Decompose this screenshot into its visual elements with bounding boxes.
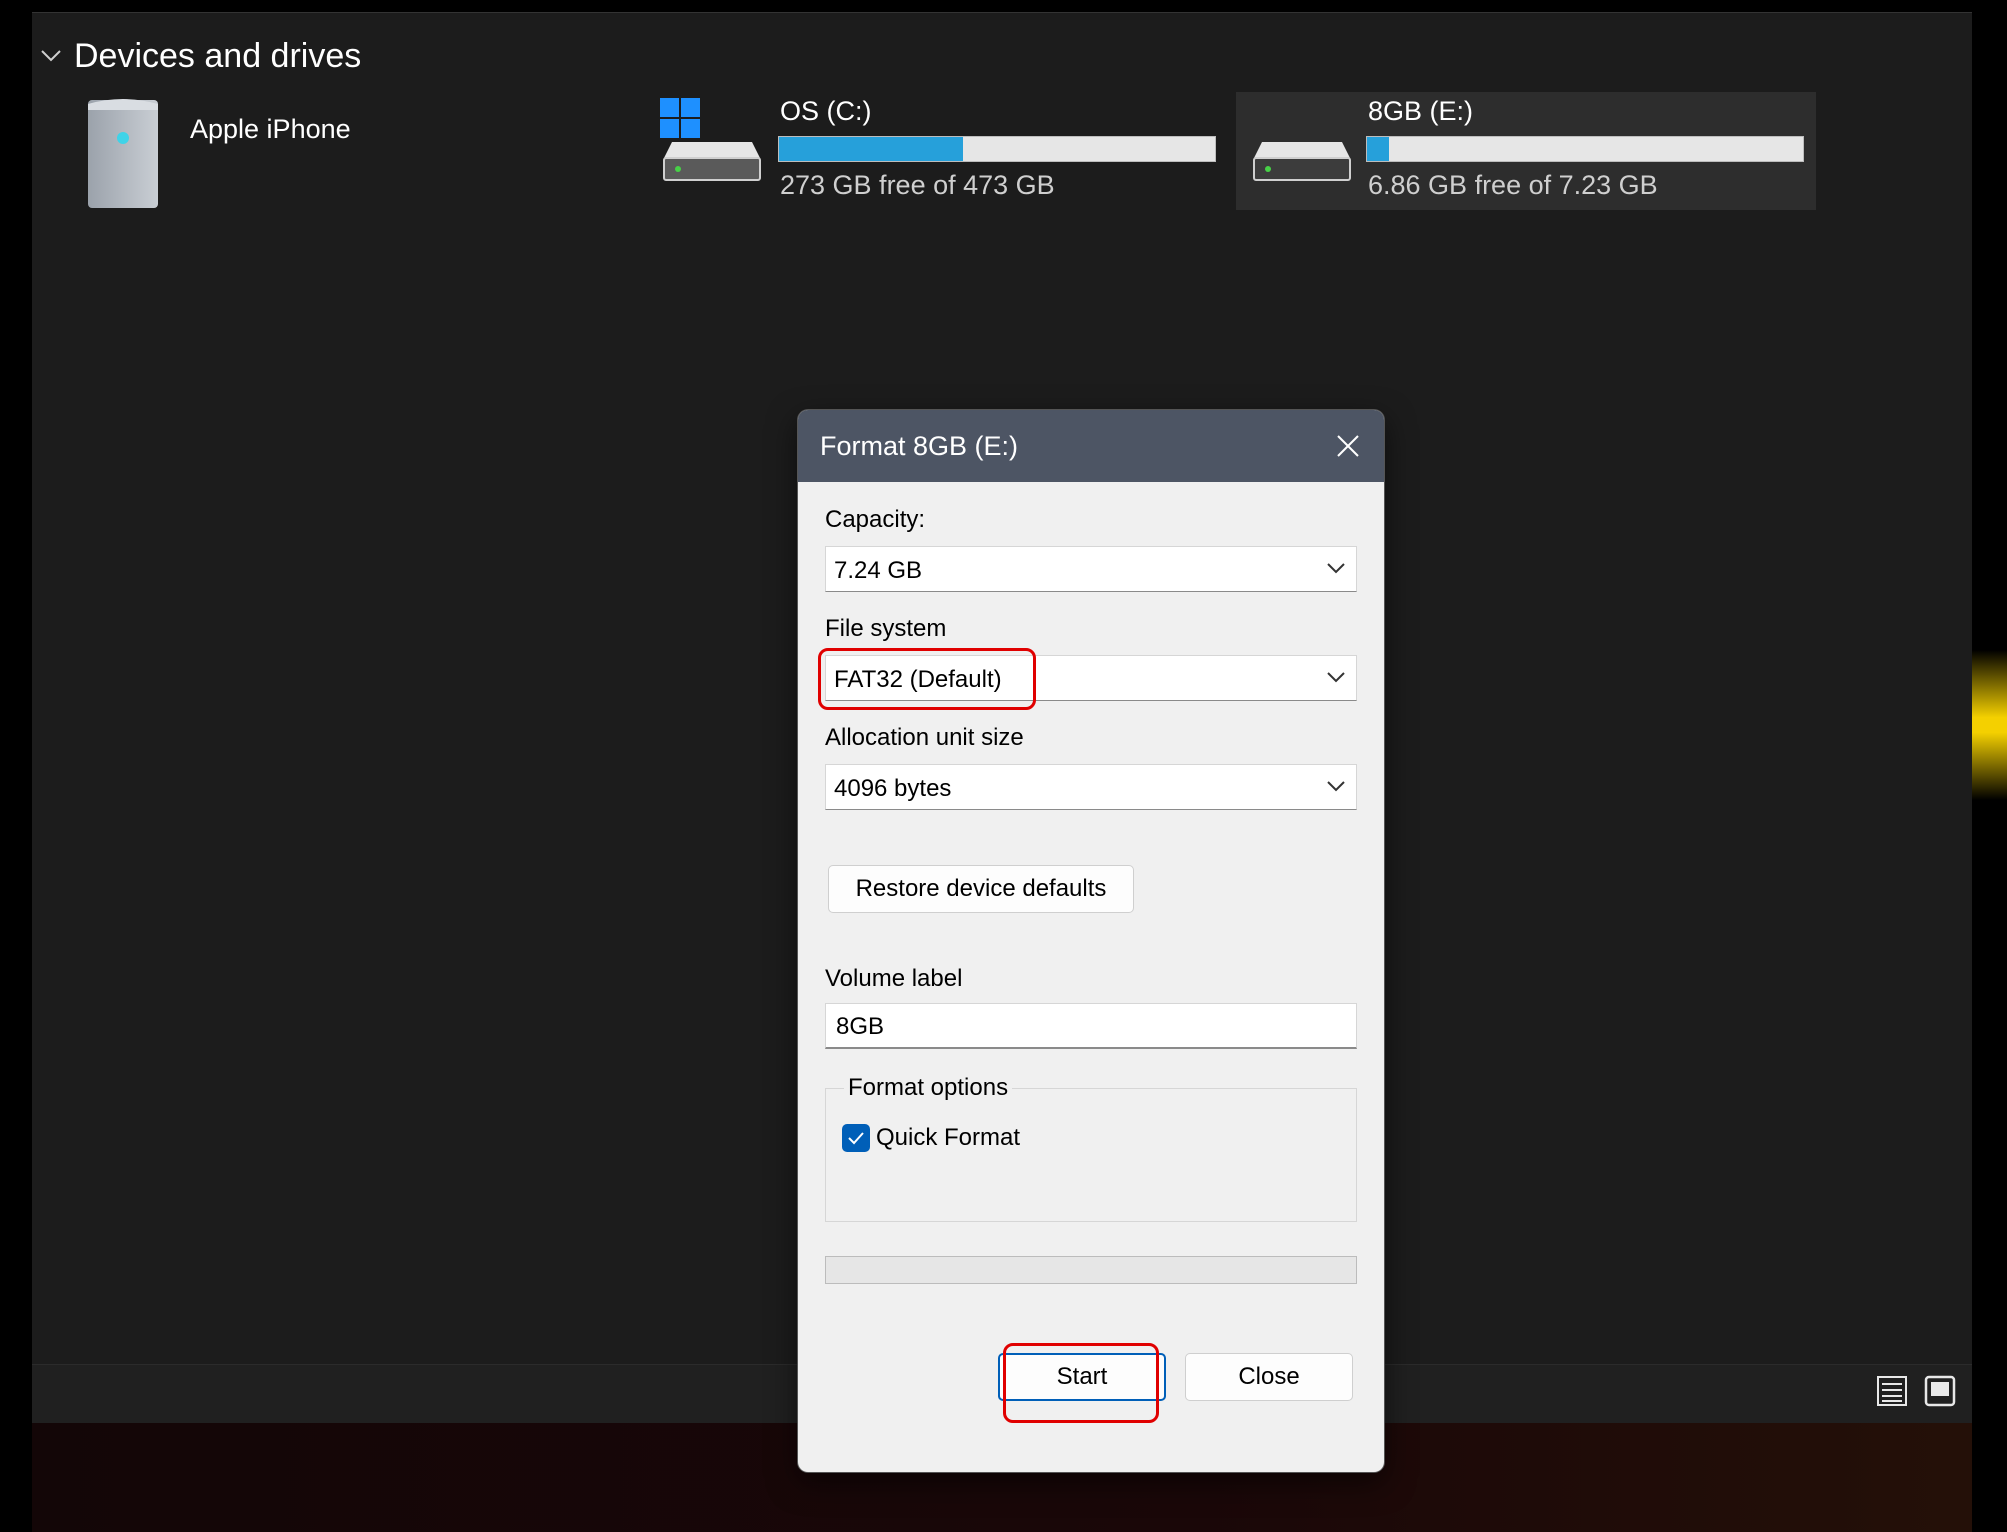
quick-format-checkbox[interactable]	[842, 1124, 870, 1152]
capacity-dropdown[interactable]: 7.24 GB	[825, 546, 1357, 592]
drive-free-space: 6.86 GB free of 7.23 GB	[1368, 170, 1658, 200]
format-options-label: Format options	[844, 1074, 1013, 1102]
format-progress-bar	[825, 1256, 1357, 1284]
checkmark-icon	[848, 1132, 864, 1145]
drive-label: 8GB (E:)	[1368, 96, 1474, 126]
chevron-down-icon	[41, 50, 61, 62]
allocation-value: 4096 bytes	[834, 775, 952, 802]
volume-label-label: Volume label	[825, 965, 963, 992]
close-button[interactable]: Close	[1185, 1353, 1353, 1401]
drive-usage-fill	[1367, 137, 1390, 161]
drive-e[interactable]: 8GB (E:) 6.86 GB free of 7.23 GB	[1236, 92, 1816, 210]
format-dialog: Format 8GB (E:) Capacity: 7.24 GB File s…	[798, 410, 1384, 1472]
iphone-device-icon	[88, 99, 158, 208]
start-button-highlight	[1003, 1343, 1159, 1423]
dialog-titlebar: Format 8GB (E:)	[798, 410, 1384, 482]
capacity-value: 7.24 GB	[834, 557, 923, 584]
desktop-glow	[1972, 650, 2007, 800]
drive-usage-fill	[779, 137, 964, 161]
view-toggle	[1875, 1374, 1957, 1408]
drive-label: OS (C:)	[780, 96, 872, 126]
quick-format-label: Quick Format	[876, 1124, 1021, 1151]
drive-usage-bar	[778, 136, 1216, 162]
filesystem-label: File system	[825, 615, 947, 642]
drive-free-space: 273 GB free of 473 GB	[780, 170, 1055, 200]
hard-drive-icon	[1253, 142, 1351, 181]
volume-label-input[interactable]: 8GB	[825, 1003, 1357, 1049]
close-icon[interactable]	[1328, 426, 1368, 466]
chevron-down-icon	[1327, 781, 1345, 792]
device-name: Apple iPhone	[190, 114, 351, 144]
chevron-down-icon	[1327, 672, 1345, 683]
allocation-label: Allocation unit size	[825, 724, 1024, 751]
allocation-dropdown[interactable]: 4096 bytes	[825, 764, 1357, 810]
dialog-title: Format 8GB (E:)	[820, 430, 1019, 461]
large-icons-view-icon[interactable]	[1923, 1374, 1957, 1408]
device-apple-iphone[interactable]: Apple iPhone	[80, 94, 420, 214]
chevron-down-icon	[1327, 563, 1345, 574]
devices-section-header[interactable]: Devices and drives	[40, 34, 361, 78]
capacity-label: Capacity:	[825, 506, 926, 533]
details-view-icon[interactable]	[1875, 1374, 1909, 1408]
section-title: Devices and drives	[74, 36, 362, 75]
hard-drive-icon	[663, 142, 761, 181]
drive-usage-bar	[1366, 136, 1804, 162]
restore-defaults-button[interactable]: Restore device defaults	[828, 865, 1134, 913]
format-options-group	[825, 1088, 1357, 1222]
filesystem-highlight	[818, 648, 1036, 710]
drive-c[interactable]: OS (C:) 273 GB free of 473 GB	[656, 92, 1236, 210]
